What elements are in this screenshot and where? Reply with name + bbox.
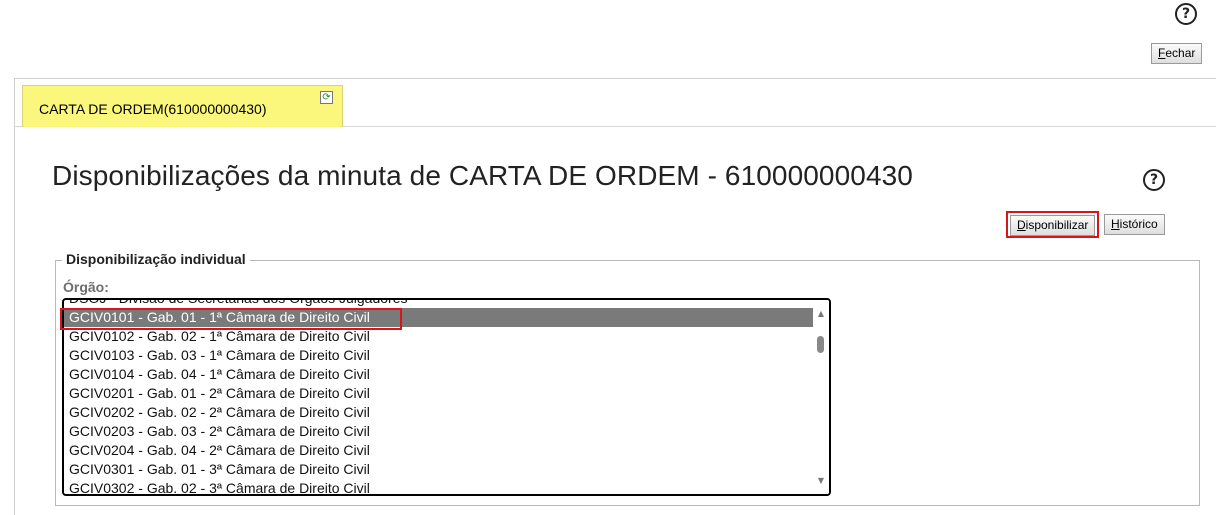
listbox-scrollbar[interactable]: ▲ ▼ xyxy=(813,300,829,494)
disponibilizar-button[interactable]: Disponibilizar xyxy=(1010,215,1096,236)
orgao-option[interactable]: GCIV0202 - Gab. 02 - 2ª Câmara de Direit… xyxy=(64,403,813,422)
scroll-down-icon[interactable]: ▼ xyxy=(816,476,826,486)
scroll-up-icon[interactable]: ▲ xyxy=(816,309,826,319)
orgao-option[interactable]: DSOJ - Divisão de Secretarias dos Órgãos… xyxy=(64,300,813,308)
fieldset-legend: Disponibilização individual xyxy=(62,251,250,267)
historico-accesskey: H xyxy=(1111,217,1120,231)
orgao-option[interactable]: GCIV0301 - Gab. 01 - 3ª Câmara de Direit… xyxy=(64,460,813,479)
orgao-option[interactable]: GCIV0104 - Gab. 04 - 1ª Câmara de Direit… xyxy=(64,365,813,384)
tab-label: CARTA DE ORDEM(610000000430) xyxy=(39,101,267,117)
page-title: Disponibilizações da minuta de CARTA DE … xyxy=(52,160,913,191)
orgao-option[interactable]: GCIV0204 - Gab. 04 - 2ª Câmara de Direit… xyxy=(64,441,813,460)
help-icon[interactable]: ? xyxy=(1175,3,1197,25)
orgao-label: Órgão: xyxy=(63,279,109,295)
orgao-option[interactable]: GCIV0302 - Gab. 02 - 3ª Câmara de Direit… xyxy=(64,479,813,494)
historico-button[interactable]: Histórico xyxy=(1104,214,1165,235)
disponibilizar-accesskey: D xyxy=(1017,218,1026,232)
historico-label: istórico xyxy=(1119,217,1158,231)
selected-option-highlight xyxy=(60,308,402,330)
orgao-option[interactable]: GCIV0201 - Gab. 01 - 2ª Câmara de Direit… xyxy=(64,384,813,403)
close-button[interactable]: Fechar xyxy=(1151,43,1203,64)
page-help-icon[interactable]: ? xyxy=(1143,169,1165,191)
tab-carta-de-ordem[interactable]: CARTA DE ORDEM(610000000430) ⟳ xyxy=(22,85,343,127)
close-label: echar xyxy=(1165,46,1196,60)
scroll-thumb[interactable] xyxy=(817,336,824,353)
disponibilizar-highlight: Disponibilizar xyxy=(1006,211,1100,238)
orgao-option[interactable]: GCIV0103 - Gab. 03 - 1ª Câmara de Direit… xyxy=(64,346,813,365)
refresh-icon[interactable]: ⟳ xyxy=(320,91,333,104)
orgao-option[interactable]: GCIV0203 - Gab. 03 - 2ª Câmara de Direit… xyxy=(64,422,813,441)
disponibilizar-label: isponibilizar xyxy=(1025,218,1089,232)
